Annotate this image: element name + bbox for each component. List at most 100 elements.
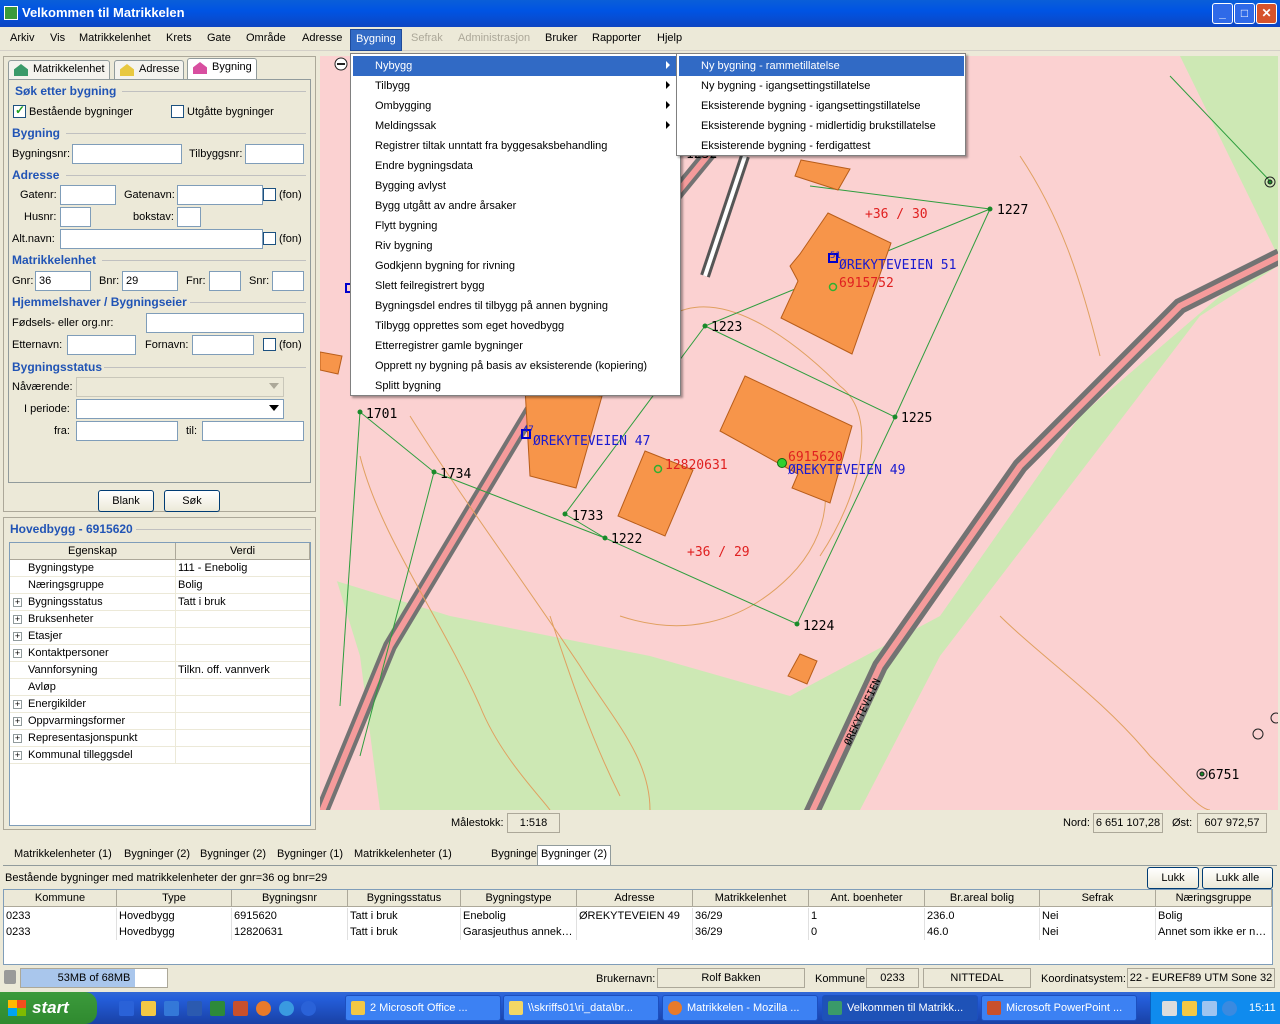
taskbar-explorer[interactable]: \\skriffs01\ri_data\br... bbox=[503, 995, 659, 1021]
fra-field[interactable] bbox=[76, 421, 178, 441]
tab-matrikkelenhet[interactable]: Matrikkelenhet bbox=[8, 60, 110, 79]
close-result-button[interactable]: Lukk bbox=[1147, 867, 1199, 889]
menu-item[interactable]: Opprett ny bygning på basis av eksistere… bbox=[353, 356, 678, 376]
excel-icon[interactable] bbox=[210, 1001, 225, 1016]
expired-buildings-checkbox[interactable] bbox=[171, 105, 184, 118]
menu-item[interactable]: Bygningsdel endres til tilbygg på annen … bbox=[353, 296, 678, 316]
tab-bygning[interactable]: Bygning bbox=[187, 58, 257, 79]
title-bar[interactable]: Velkommen til Matrikkelen _ □ ✕ bbox=[0, 0, 1280, 27]
menu-gate[interactable]: Gate bbox=[207, 32, 231, 44]
menu-item[interactable]: Eksisterende bygning - midlertidig bruks… bbox=[679, 116, 964, 136]
taskbar-mozilla[interactable]: Matrikkelen - Mozilla ... bbox=[662, 995, 818, 1021]
expand-icon[interactable]: + bbox=[13, 700, 22, 709]
altnavn-field[interactable] bbox=[60, 229, 263, 249]
etternavn-field[interactable] bbox=[67, 335, 136, 355]
result-cell[interactable]: Nei bbox=[1040, 908, 1156, 924]
menu-item[interactable]: Riv bygning bbox=[353, 236, 678, 256]
result-cell[interactable]: Hovedbygg bbox=[117, 924, 232, 940]
result-cell[interactable] bbox=[577, 924, 693, 940]
gatenavn-fon-checkbox[interactable] bbox=[263, 188, 276, 201]
result-column-header[interactable]: Bygningstype bbox=[461, 890, 577, 907]
network-icon[interactable] bbox=[1202, 1001, 1217, 1016]
menu-adresse[interactable]: Adresse bbox=[302, 32, 342, 44]
result-cell[interactable]: Tatt i bruk bbox=[348, 908, 461, 924]
result-cell[interactable]: Annet som ikke er n… bbox=[1156, 924, 1272, 940]
outlook-icon[interactable] bbox=[164, 1001, 179, 1016]
snr-field[interactable] bbox=[272, 271, 304, 291]
fnr-field[interactable] bbox=[209, 271, 241, 291]
bygningsnr-field[interactable] bbox=[72, 144, 182, 164]
menu-item[interactable]: Splitt bygning bbox=[353, 376, 678, 396]
result-cell[interactable]: Tatt i bruk bbox=[348, 924, 461, 940]
menu-item[interactable]: Tilbygg opprettes som eget hovedbygg bbox=[353, 316, 678, 336]
property-row[interactable]: + Kommunal tilleggsdel bbox=[10, 747, 310, 764]
menu-bygning[interactable]: Bygning bbox=[350, 29, 402, 51]
property-row[interactable]: Avløp bbox=[10, 679, 310, 696]
result-cell[interactable]: 1 bbox=[809, 908, 925, 924]
menu-item[interactable]: Bygg utgått av andre årsaker bbox=[353, 196, 678, 216]
menu-item[interactable]: Slett feilregistrert bygg bbox=[353, 276, 678, 296]
maximize-button[interactable]: □ bbox=[1234, 3, 1255, 24]
property-row[interactable]: + Bygningsstatus Tatt i bruk bbox=[10, 594, 310, 611]
col-verdi[interactable]: Verdi bbox=[176, 543, 310, 560]
result-cell[interactable]: Hovedbygg bbox=[117, 908, 232, 924]
close-button[interactable]: ✕ bbox=[1256, 3, 1277, 24]
iperiode-select[interactable] bbox=[76, 399, 284, 419]
security-icon[interactable] bbox=[1182, 1001, 1197, 1016]
col-egenskap[interactable]: Egenskap bbox=[10, 543, 176, 560]
menu-item[interactable]: Etterregistrer gamle bygninger bbox=[353, 336, 678, 356]
result-column-header[interactable]: Type bbox=[117, 890, 232, 907]
word-icon[interactable] bbox=[187, 1001, 202, 1016]
menu-item[interactable]: Eksisterende bygning - igangsettingstill… bbox=[679, 96, 964, 116]
result-cell[interactable]: Garasjeuthus annek… bbox=[461, 924, 577, 940]
result-cell[interactable]: Bolig bbox=[1156, 908, 1272, 924]
expand-icon[interactable]: + bbox=[13, 649, 22, 658]
mail-icon[interactable] bbox=[1162, 1001, 1177, 1016]
menu-item[interactable]: Tilbygg bbox=[353, 76, 678, 96]
taskbar-matrikkelen[interactable]: Velkommen til Matrikk... bbox=[822, 995, 978, 1021]
start-button[interactable]: start bbox=[0, 992, 97, 1024]
menu-item[interactable]: Flytt bygning bbox=[353, 216, 678, 236]
result-cell[interactable]: ØREKYTEVEIEN 49 bbox=[577, 908, 693, 924]
result-column-header[interactable]: Næringsgruppe bbox=[1156, 890, 1272, 907]
blank-button[interactable]: Blank bbox=[98, 490, 154, 512]
bnr-field[interactable] bbox=[122, 271, 178, 291]
property-row[interactable]: + Etasjer bbox=[10, 628, 310, 645]
powerpoint-icon[interactable] bbox=[233, 1001, 248, 1016]
result-cell[interactable]: 236.0 bbox=[925, 908, 1040, 924]
taskbar-office[interactable]: 2 Microsoft Office ... bbox=[345, 995, 501, 1021]
quicklaunch-icon[interactable] bbox=[301, 1001, 316, 1016]
menu-bruker[interactable]: Bruker bbox=[545, 32, 577, 44]
result-tab[interactable]: Bygninger (1) bbox=[274, 848, 346, 860]
bluetooth-icon[interactable] bbox=[1222, 1001, 1237, 1016]
menu-hjelp[interactable]: Hjelp bbox=[657, 32, 682, 44]
bokstav-field[interactable] bbox=[177, 207, 201, 227]
scale-value[interactable]: 1:518 bbox=[507, 813, 560, 833]
expand-icon[interactable]: + bbox=[13, 734, 22, 743]
result-column-header[interactable]: Bygningsstatus bbox=[348, 890, 461, 907]
result-column-header[interactable]: Bygningsnr bbox=[232, 890, 348, 907]
result-cell[interactable]: 0233 bbox=[4, 908, 117, 924]
gatenavn-field[interactable] bbox=[177, 185, 263, 205]
menu-item[interactable]: Bygging avlyst bbox=[353, 176, 678, 196]
clock[interactable]: 15:11 bbox=[1249, 1002, 1276, 1014]
result-cell[interactable]: 0233 bbox=[4, 924, 117, 940]
existing-buildings-checkbox[interactable] bbox=[13, 103, 26, 118]
result-tab[interactable]: Bygninger (2) bbox=[197, 848, 269, 860]
name-fon-checkbox[interactable] bbox=[263, 338, 276, 351]
ie-icon[interactable] bbox=[119, 1001, 134, 1016]
property-row[interactable]: + Energikilder bbox=[10, 696, 310, 713]
result-cell[interactable]: 36/29 bbox=[693, 924, 809, 940]
menu-omrade[interactable]: Område bbox=[246, 32, 286, 44]
property-row[interactable]: + Kontaktpersoner bbox=[10, 645, 310, 662]
fornavn-field[interactable] bbox=[192, 335, 254, 355]
husnr-field[interactable] bbox=[60, 207, 91, 227]
expand-icon[interactable]: + bbox=[13, 717, 22, 726]
tilbyggsnr-field[interactable] bbox=[245, 144, 304, 164]
orgnr-field[interactable] bbox=[146, 313, 304, 333]
expand-icon[interactable]: + bbox=[13, 632, 22, 641]
menu-item[interactable]: Ny bygning - rammetillatelse bbox=[679, 56, 964, 76]
property-row[interactable]: + Representasjonspunkt bbox=[10, 730, 310, 747]
til-field[interactable] bbox=[202, 421, 304, 441]
expand-icon[interactable]: + bbox=[13, 615, 22, 624]
